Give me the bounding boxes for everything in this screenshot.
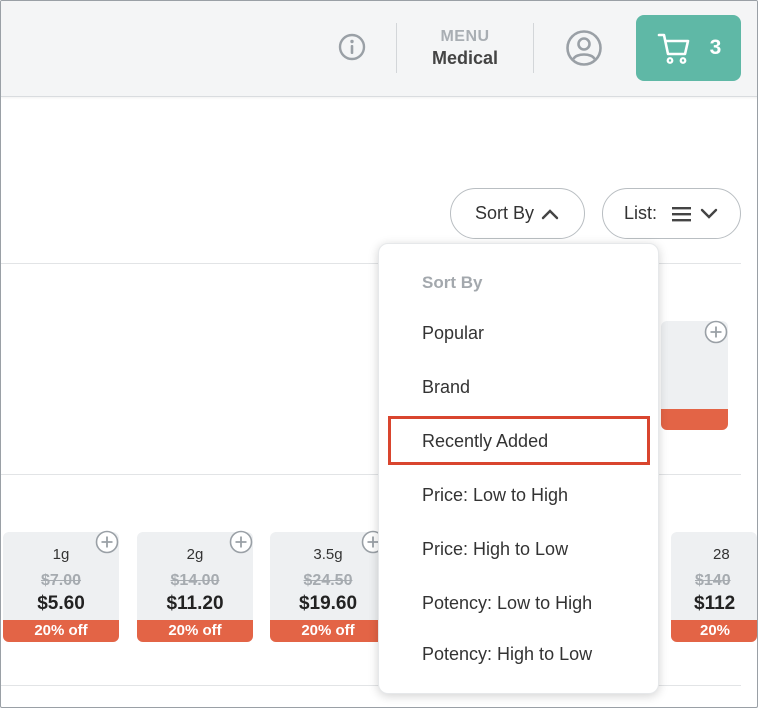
sort-option-potency-low-high[interactable]: Potency: Low to High bbox=[422, 593, 592, 614]
menu-label: MENU bbox=[440, 28, 490, 45]
original-price: $140 bbox=[695, 572, 731, 589]
list-view-button[interactable]: List: bbox=[602, 188, 741, 239]
sort-option-brand[interactable]: Brand bbox=[422, 377, 470, 398]
sale-price: $19.60 bbox=[298, 593, 358, 614]
sort-option-price-low-high[interactable]: Price: Low to High bbox=[422, 485, 568, 506]
original-price: $7.00 bbox=[40, 572, 82, 589]
list-lines-icon bbox=[672, 206, 691, 221]
sale-price: $11.20 bbox=[166, 593, 224, 614]
sale-price: $112 bbox=[694, 593, 736, 614]
discount-badge bbox=[661, 409, 728, 430]
info-circle-icon[interactable] bbox=[337, 32, 367, 62]
sale-price: $5.60 bbox=[37, 593, 85, 614]
sort-dropdown-menu: Sort By Popular Brand Recently Added Pri… bbox=[378, 243, 659, 694]
menu-value: Medical bbox=[431, 48, 499, 68]
top-header: MENU Medical 3 bbox=[1, 1, 757, 97]
user-circle-icon[interactable] bbox=[565, 29, 603, 67]
discount-badge: 20% off bbox=[3, 620, 119, 642]
header-divider bbox=[533, 23, 534, 73]
sort-by-label: Sort By bbox=[474, 203, 535, 223]
sort-option-potency-high-low[interactable]: Potency: High to Low bbox=[422, 644, 592, 665]
cart-button[interactable]: 3 bbox=[636, 15, 741, 81]
original-price: $14.00 bbox=[170, 572, 220, 589]
shopping-cart-icon bbox=[657, 33, 689, 64]
header-divider bbox=[396, 23, 397, 73]
app-frame: MENU Medical 3 Sort By List: 1g $7.00 $5… bbox=[0, 0, 758, 708]
sort-menu-heading: Sort By bbox=[422, 273, 483, 292]
product-variant-card[interactable]: 28 $140 $112 20% bbox=[671, 532, 757, 642]
sort-by-button[interactable]: Sort By bbox=[450, 188, 585, 239]
selection-highlight-box bbox=[388, 416, 650, 465]
list-view-label: List: bbox=[623, 203, 657, 223]
add-plus-icon[interactable] bbox=[229, 530, 253, 554]
cart-count: 3 bbox=[709, 36, 722, 59]
add-plus-icon[interactable] bbox=[704, 320, 728, 344]
menu-type-selector[interactable]: MENU Medical bbox=[421, 28, 509, 70]
discount-badge: 20% bbox=[671, 620, 757, 642]
add-plus-icon[interactable] bbox=[95, 530, 119, 554]
discount-badge: 20% off bbox=[137, 620, 253, 642]
discount-badge: 20% off bbox=[270, 620, 386, 642]
sort-option-price-high-low[interactable]: Price: High to Low bbox=[422, 539, 568, 560]
chevron-down-icon bbox=[700, 208, 718, 219]
original-price: $24.50 bbox=[303, 572, 353, 589]
chevron-up-icon bbox=[541, 208, 559, 219]
variant-weight: 28 bbox=[713, 546, 730, 563]
sort-option-popular[interactable]: Popular bbox=[422, 323, 484, 344]
